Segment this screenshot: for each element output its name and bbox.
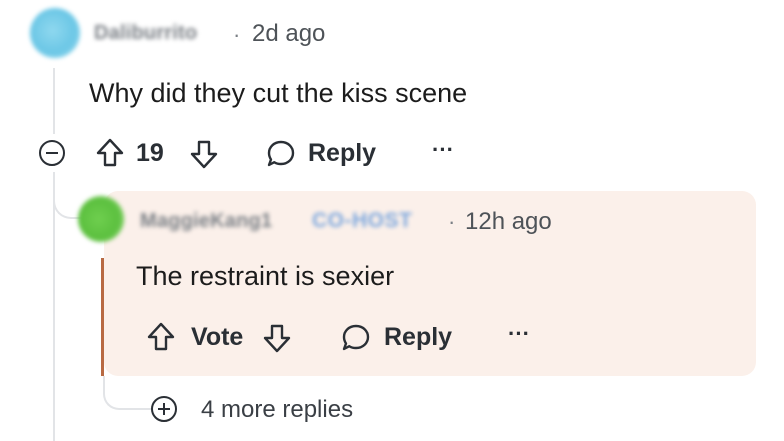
vote-count: 19 <box>136 139 164 167</box>
comment-timestamp: 2d ago <box>252 20 326 47</box>
more-options-icon[interactable]: ··· <box>432 137 454 163</box>
comment-bubble-icon[interactable] <box>266 139 296 169</box>
expand-replies-button[interactable] <box>151 396 177 422</box>
comment-username[interactable]: Daliburrito <box>94 22 197 45</box>
downvote-icon[interactable] <box>263 323 291 353</box>
more-replies-link[interactable]: 4 more replies <box>201 396 353 424</box>
cohost-badge: CO-HOST <box>312 209 413 232</box>
more-options-icon[interactable]: ··· <box>508 321 530 347</box>
comment-bubble-icon[interactable] <box>341 323 371 353</box>
upvote-icon[interactable] <box>96 138 124 168</box>
collapse-icon <box>46 152 58 154</box>
meta-separator: · <box>448 209 456 234</box>
avatar[interactable] <box>30 8 80 58</box>
upvote-icon[interactable] <box>147 322 175 352</box>
reply-button[interactable]: Reply <box>308 139 376 168</box>
reply-button[interactable]: Reply <box>384 323 452 352</box>
collapse-thread-button[interactable] <box>39 140 65 166</box>
meta-separator: · <box>233 22 241 47</box>
reply-highlight-bar <box>101 258 104 376</box>
thread-connector <box>103 376 151 410</box>
reply-body: The restraint is sexier <box>136 261 395 291</box>
thread-line <box>53 172 55 441</box>
vote-label: Vote <box>191 323 244 351</box>
avatar[interactable] <box>78 196 124 242</box>
downvote-icon[interactable] <box>190 139 218 169</box>
reply-username[interactable]: MaggieKang1 <box>140 210 272 233</box>
reply-timestamp: 12h ago <box>465 208 552 235</box>
comment-body: Why did they cut the kiss scene <box>89 78 468 108</box>
thread-line <box>53 68 55 134</box>
